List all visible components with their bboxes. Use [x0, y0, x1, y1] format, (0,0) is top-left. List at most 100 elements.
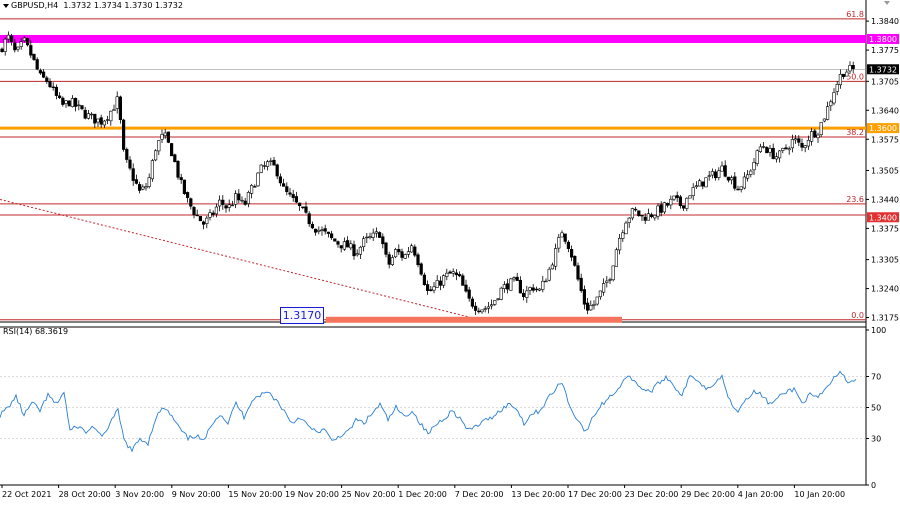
candle-body [630, 208, 634, 219]
magenta-zone [0, 34, 866, 43]
candle-body [579, 277, 583, 292]
candle-body [147, 177, 151, 187]
candle-body [653, 214, 657, 219]
candle-body [803, 145, 807, 148]
candle-body [557, 237, 561, 249]
rsi-axis-label: 70 [871, 373, 881, 382]
candle-body [48, 81, 52, 88]
chart-header: GBPUSD,H4 1.3732 1.3734 1.3730 1.3732 [3, 1, 183, 10]
candle-body [381, 236, 385, 245]
price-axis-label: 1.3705 [871, 77, 899, 86]
candle-body [192, 207, 196, 216]
candle-body [608, 279, 612, 281]
candle-body [675, 195, 679, 198]
price-axis-label: 1.3375 [871, 224, 899, 233]
candle-body [515, 276, 519, 281]
symbol-label: GBPUSD,H4 [11, 1, 59, 10]
chart-container: 61.8 50.0 38.2 23.6 0.0 1.3800 1.3600 1.3400 1.… [0, 0, 900, 502]
candle-body [739, 186, 743, 190]
candle-body [326, 231, 331, 234]
candle-body [621, 232, 625, 239]
candle-body [64, 100, 68, 104]
candle-body [425, 284, 430, 291]
candle-body [691, 187, 695, 196]
candle-body [761, 146, 766, 148]
time-axis-label: 10 Jan 20:00 [794, 490, 845, 499]
candle-body [374, 231, 379, 234]
candle-body [307, 213, 311, 225]
candle-body [224, 205, 228, 209]
candle-body [781, 148, 785, 151]
time-axis-label: 13 Dec 20:00 [511, 490, 565, 499]
candle-body [765, 147, 769, 154]
candle-body [441, 275, 446, 286]
candle-body [710, 171, 714, 176]
candle-body [371, 232, 375, 238]
candle-body [502, 284, 507, 289]
candle-body [800, 142, 804, 148]
candle-body [179, 177, 183, 181]
candle-body [41, 71, 46, 78]
level-label: 61.8 [846, 10, 864, 19]
candle-body [189, 198, 193, 207]
candle-body [368, 236, 372, 238]
candle-body [445, 272, 449, 277]
candle-body [10, 35, 14, 42]
candle-body [605, 280, 609, 283]
candle-body [38, 70, 42, 74]
candle-body [400, 251, 404, 258]
candle-body [358, 246, 363, 255]
candle-body [534, 288, 538, 291]
candle-body [16, 46, 20, 50]
candle-body [480, 309, 484, 313]
candle-body [144, 186, 148, 189]
price-axis-label: 1.3840 [871, 17, 899, 26]
candle-body [214, 206, 219, 215]
candle-body [701, 181, 705, 187]
candle-body [387, 254, 391, 265]
candle-body [493, 300, 497, 305]
candle-body [845, 71, 849, 77]
candle-body [22, 37, 27, 41]
candle-body [678, 196, 682, 207]
dropdown-arrow-icon[interactable] [3, 3, 9, 8]
candle-body [93, 113, 97, 124]
price-axis-label: 1.3505 [871, 166, 899, 175]
candle-body [435, 280, 439, 288]
candle-body [352, 244, 356, 257]
time-axis-label: 25 Nov 20:00 [342, 490, 396, 499]
time-axis-label: 1 Dec 20:00 [398, 490, 447, 499]
candle-body [665, 203, 670, 206]
candle-body [138, 184, 142, 191]
candle-body [835, 84, 839, 92]
candle-body [45, 77, 49, 82]
candle-body [825, 106, 830, 120]
candle-body [323, 228, 327, 232]
candle-body [669, 198, 673, 206]
candle-body [451, 271, 455, 274]
candle-body [99, 117, 103, 125]
candle-body [752, 162, 756, 171]
candle-body [320, 229, 324, 231]
candle-body [787, 148, 791, 151]
candle-body [51, 86, 55, 88]
candle-body [486, 306, 491, 309]
candle-body [291, 194, 295, 198]
candle-body [569, 249, 574, 258]
price-axis-label: 1.3640 [871, 106, 899, 115]
candle-body [829, 101, 833, 107]
candle-body [640, 214, 644, 217]
support-zone-bar [326, 316, 622, 323]
candle-body [614, 249, 618, 267]
candle-body [176, 160, 180, 178]
candle-body [163, 132, 167, 136]
candle-body [822, 118, 826, 122]
candle-body [102, 120, 106, 126]
time-axis-label: 9 Nov 20:00 [172, 490, 221, 499]
candle-body [851, 65, 855, 69]
level-label: 0.0 [851, 311, 864, 320]
time-axis-label: 23 Dec 20:00 [625, 490, 679, 499]
candle-body [713, 171, 718, 179]
current-price-label: 1.3732 [869, 65, 897, 74]
candle-body [457, 274, 462, 277]
